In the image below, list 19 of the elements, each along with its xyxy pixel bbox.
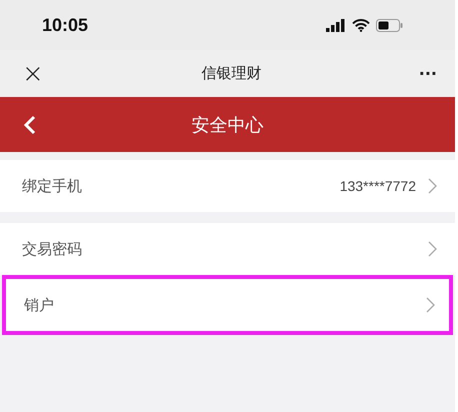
battery-icon [376, 18, 403, 32]
app-title: 信银理财 [201, 64, 262, 83]
signal-icon [326, 18, 346, 32]
item-label: 交易密码 [22, 240, 83, 258]
item-value: 133****7772 [340, 178, 416, 194]
back-icon [24, 114, 36, 134]
wifi-icon [352, 18, 370, 32]
status-time: 10:05 [42, 14, 88, 36]
list-item[interactable]: 交易密码 [0, 223, 455, 275]
chevron-icon [426, 297, 435, 313]
page-title: 安全中心 [190, 114, 264, 136]
chevron-icon [428, 178, 437, 194]
chevron-icon [428, 241, 437, 257]
list-item[interactable]: 绑定手机 133****7772 [0, 160, 455, 212]
item-label: 绑定手机 [22, 176, 83, 196]
item-label: 销户 [24, 296, 55, 314]
close-button[interactable]: × [22, 60, 44, 86]
list-item[interactable]: 销户 [2, 275, 453, 335]
more-button[interactable]: ··· [418, 64, 437, 83]
